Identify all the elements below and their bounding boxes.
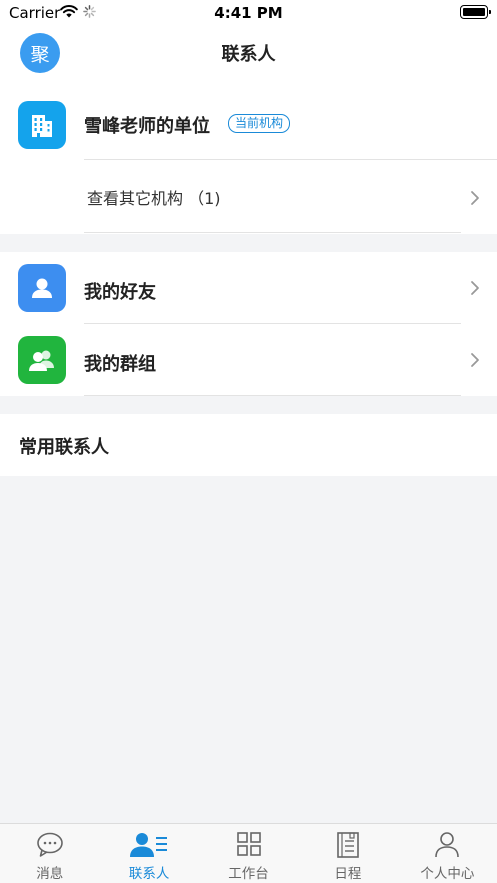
- building-icon: [32, 115, 52, 137]
- tab-label: 日程: [334, 866, 362, 882]
- organization-tile: [18, 101, 66, 149]
- friend-icon: [32, 278, 52, 298]
- profile-icon: [435, 832, 460, 858]
- tab-label: 工作台: [228, 866, 269, 882]
- workbench-icon: [236, 832, 261, 856]
- other-organizations-label: 查看其它机构 （1): [87, 189, 221, 208]
- current-org-badge: 当前机构: [228, 114, 291, 133]
- battery-icon: [460, 5, 491, 19]
- tab-workbench[interactable]: 工作台: [199, 824, 298, 883]
- tab-label: 个人中心: [420, 866, 475, 882]
- tab-label: 联系人: [128, 866, 170, 882]
- group-icon: [29, 350, 54, 371]
- divider: [84, 232, 461, 233]
- social-section: 我的好友 我的群组: [0, 252, 497, 396]
- groups-label: 我的群组: [84, 354, 156, 375]
- other-organizations-row[interactable]: 查看其它机构 （1): [0, 160, 497, 234]
- tab-messages[interactable]: 消息: [0, 824, 99, 883]
- groups-row[interactable]: 我的群组: [0, 324, 497, 396]
- tab-schedule[interactable]: 日程: [298, 824, 397, 883]
- status-time: 4:41 PM: [214, 4, 283, 22]
- chevron-right-icon: [471, 191, 479, 205]
- page-title: 联系人: [221, 44, 276, 65]
- friends-label: 我的好友: [84, 282, 156, 303]
- friends-tile: [18, 264, 66, 312]
- divider: [84, 395, 461, 396]
- tab-label: 消息: [36, 866, 64, 882]
- organization-name: 雪峰老师的单位: [84, 116, 210, 137]
- status-bar: Carrier 4:41 PM: [0, 0, 497, 26]
- friends-row[interactable]: 我的好友: [0, 252, 497, 324]
- message-icon: [36, 832, 63, 857]
- chevron-right-icon: [471, 353, 479, 367]
- organization-row[interactable]: 雪峰老师的单位 当前机构: [0, 84, 497, 160]
- nav-bar: 聚 联系人: [0, 26, 497, 84]
- frequent-contacts-title: 常用联系人: [19, 437, 109, 458]
- groups-tile: [18, 336, 66, 384]
- tab-profile[interactable]: 个人中心: [398, 824, 497, 883]
- frequent-contacts-section: 常用联系人: [0, 414, 497, 476]
- chevron-right-icon: [471, 281, 479, 295]
- tab-bar: 消息 联系人 工作台 日程 个人中心: [0, 823, 497, 883]
- tab-contacts[interactable]: 联系人: [99, 824, 198, 883]
- schedule-icon: [337, 832, 359, 858]
- organization-section: 雪峰老师的单位 当前机构 查看其它机构 （1): [0, 84, 497, 234]
- contacts-icon: [130, 833, 168, 857]
